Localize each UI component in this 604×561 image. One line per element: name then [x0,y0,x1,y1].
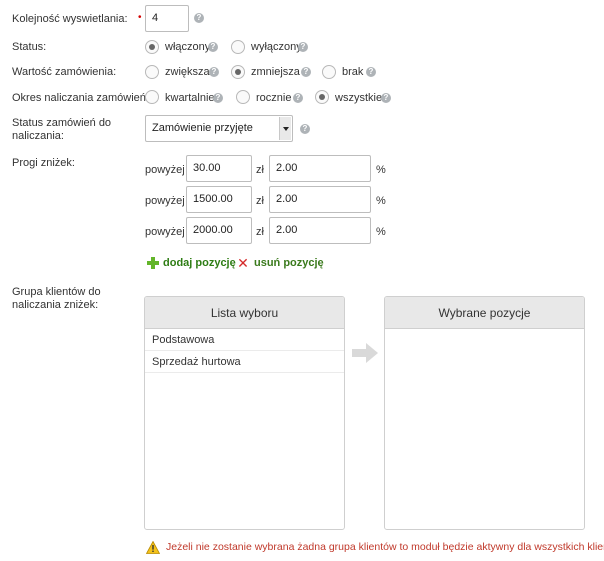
threshold-above-label: powyżej [145,164,185,176]
order-value-label: Wartość zamówienia: [12,66,117,78]
order-status-label-line2: naliczania: [12,130,64,142]
plus-icon[interactable] [147,257,159,269]
help-icon[interactable]: ? [213,93,223,103]
list-item[interactable]: Sprzedaż hurtowa [145,351,344,373]
threshold-amount-input[interactable]: 1500.00 [186,186,252,213]
order-value-decrease-label: zmniejsza [251,66,300,78]
warning-icon [146,541,160,554]
billing-period-label: Okres naliczania zamówień: [12,92,149,104]
currency-label: zł [256,195,264,207]
help-icon[interactable]: ? [209,67,219,77]
currency-label: zł [256,164,264,176]
help-icon[interactable]: ? [293,93,303,103]
threshold-discount-input[interactable]: 2.00 [269,155,371,182]
period-yearly-radio[interactable] [236,90,250,104]
status-label: Status: [12,41,47,53]
selected-list-title: Wybrane pozycje [385,297,584,329]
help-icon[interactable]: ? [194,13,204,23]
period-all-label: wszystkie [335,92,383,104]
percent-label: % [376,164,386,176]
order-status-select[interactable]: Zamówienie przyjęte [145,115,293,142]
remove-position-button[interactable]: usuń pozycję [254,256,324,270]
selected-list: Wybrane pozycje [384,296,585,530]
warning-message: Jeżeli nie zostanie wybrana żadna grupa … [166,541,604,553]
order-value-decrease-radio[interactable] [231,65,245,79]
period-all-radio[interactable] [315,90,329,104]
arrow-right-icon[interactable] [352,343,378,363]
order-value-increase-label: zwiększa [165,66,210,78]
display-order-label: Kolejność wyswietlania: [12,13,128,25]
thresholds-label: Progi zniżek: [12,157,75,169]
chevron-down-icon[interactable] [279,117,291,140]
order-value-none-radio[interactable] [322,65,336,79]
available-list-title: Lista wyboru [145,297,344,329]
percent-label: % [376,195,386,207]
required-marker: • [138,12,142,23]
close-icon[interactable]: ✕ [237,256,249,270]
help-icon[interactable]: ? [366,67,376,77]
client-groups-label-line2: naliczania zniżek: [12,299,99,311]
help-icon[interactable]: ? [381,93,391,103]
period-yearly-label: rocznie [256,92,292,104]
order-status-value: Zamówienie przyjęte [152,122,253,134]
help-icon[interactable]: ? [298,42,308,52]
status-on-label: włączony [165,41,211,53]
percent-label: % [376,226,386,238]
add-position-button[interactable]: dodaj pozycję [163,256,236,270]
period-quarterly-radio[interactable] [145,90,159,104]
status-off-radio[interactable] [231,40,245,54]
help-icon[interactable]: ? [208,42,218,52]
threshold-amount-input[interactable]: 2000.00 [186,217,252,244]
status-off-label: wyłączony [251,41,302,53]
threshold-above-label: powyżej [145,226,185,238]
order-status-label-line1: Status zamówień do [12,117,112,129]
threshold-above-label: powyżej [145,195,185,207]
help-icon[interactable]: ? [300,124,310,134]
currency-label: zł [256,226,264,238]
order-value-none-label: brak [342,66,364,78]
client-groups-label-line1: Grupa klientów do [12,286,101,298]
help-icon[interactable]: ? [301,67,311,77]
list-item[interactable]: Podstawowa [145,329,344,351]
period-quarterly-label: kwartalnie [165,92,215,104]
threshold-discount-input[interactable]: 2.00 [269,186,371,213]
threshold-discount-input[interactable]: 2.00 [269,217,371,244]
threshold-amount-input[interactable]: 30.00 [186,155,252,182]
order-value-increase-radio[interactable] [145,65,159,79]
available-list: Lista wyboru Podstawowa Sprzedaż hurtowa [144,296,345,530]
status-on-radio[interactable] [145,40,159,54]
display-order-input[interactable]: 4 [145,5,189,32]
